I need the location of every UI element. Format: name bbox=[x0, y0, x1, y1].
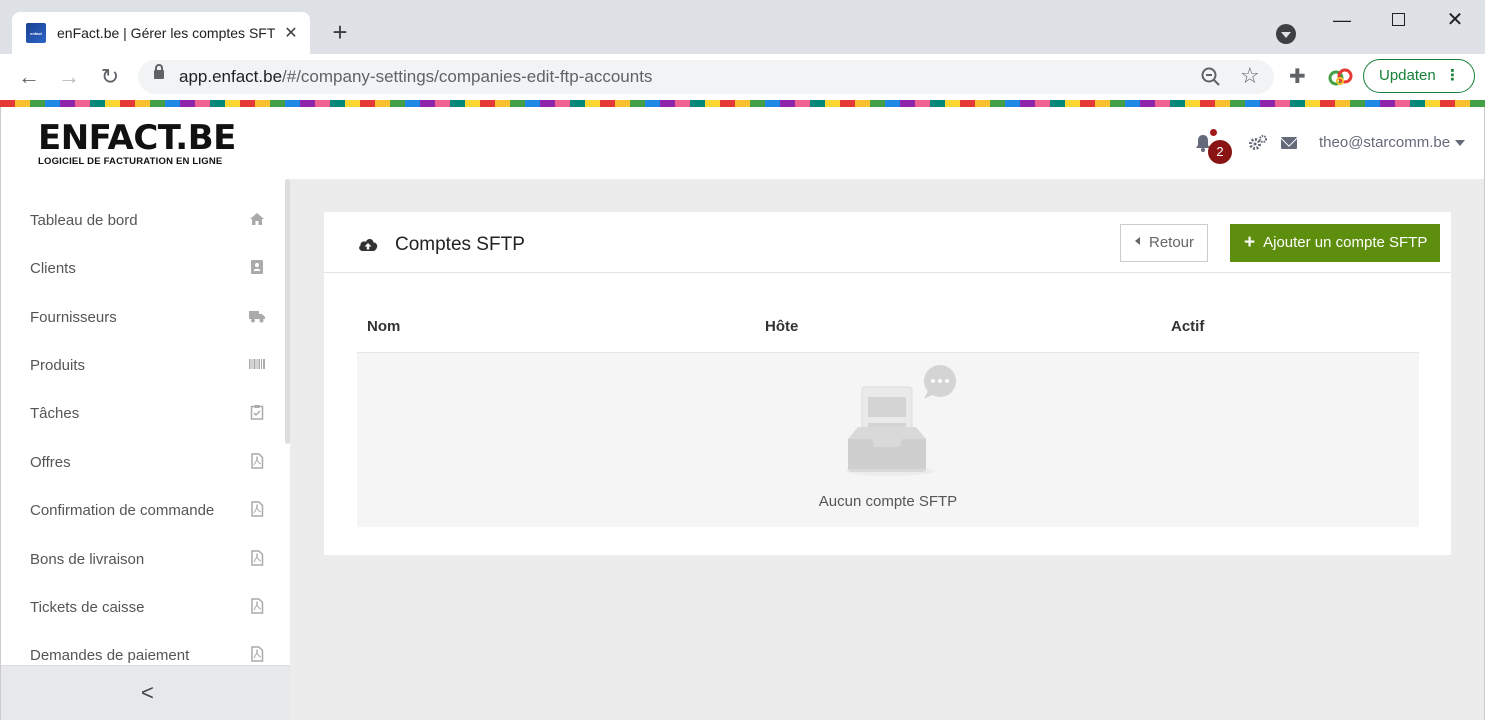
table-header: Nom Hôte Actif bbox=[357, 305, 1419, 353]
clipboard-check-icon bbox=[250, 405, 264, 420]
back-button[interactable]: Retour bbox=[1120, 224, 1208, 262]
update-button[interactable]: Updaten ⋮ bbox=[1363, 59, 1475, 93]
extension-rings-icon[interactable] bbox=[1327, 66, 1355, 88]
sidebar: Tableau de bord Clients Fournisseurs Pro… bbox=[0, 179, 291, 720]
sidebar-item-products[interactable]: Produits bbox=[1, 324, 281, 374]
cloud-upload-icon bbox=[359, 239, 378, 251]
browser-titlebar: enfact enFact.be | Gérer les comptes SFT… bbox=[0, 0, 1485, 54]
notification-dot bbox=[1210, 129, 1217, 136]
sidebar-item-tasks[interactable]: Tâches bbox=[1, 372, 281, 422]
sidebar-item-payment-requests[interactable]: Demandes de paiement bbox=[1, 614, 281, 664]
sidebar-item-suppliers[interactable]: Fournisseurs bbox=[1, 276, 281, 326]
new-tab-button[interactable]: + bbox=[326, 18, 354, 46]
app-header: ENFACT.BE LOGICIEL DE FACTURATION EN LIG… bbox=[0, 107, 1485, 179]
lock-icon bbox=[154, 64, 164, 79]
column-header-name[interactable]: Nom bbox=[367, 318, 400, 335]
page-title: Comptes SFTP bbox=[395, 234, 525, 255]
column-header-active[interactable]: Actif bbox=[1171, 318, 1204, 335]
zoom-out-icon[interactable] bbox=[1200, 66, 1222, 88]
back-arrow-icon[interactable]: ← bbox=[16, 64, 42, 90]
caret-left-icon bbox=[1135, 237, 1140, 245]
home-icon bbox=[250, 213, 264, 225]
sidebar-item-clients[interactable]: Clients bbox=[1, 227, 281, 277]
chevron-down-icon[interactable] bbox=[1455, 140, 1465, 146]
tab-title: enFact.be | Gérer les comptes SFTP bbox=[57, 25, 275, 41]
forward-arrow-icon[interactable]: → bbox=[56, 64, 82, 90]
pdf-file-icon bbox=[251, 646, 264, 662]
url-text: app.enfact.be/#/company-settings/compani… bbox=[179, 67, 653, 86]
sidebar-item-delivery-notes[interactable]: Bons de livraison bbox=[1, 518, 281, 568]
column-header-host[interactable]: Hôte bbox=[765, 318, 798, 335]
address-book-icon bbox=[251, 260, 263, 274]
notification-badge: 2 bbox=[1208, 140, 1232, 164]
sidebar-collapse-button[interactable]: < bbox=[1, 665, 291, 720]
main-content: Comptes SFTP Retour + Ajouter un compte S… bbox=[290, 179, 1485, 720]
bookmark-star-icon[interactable]: ☆ bbox=[1240, 63, 1260, 89]
chevron-left-icon: < bbox=[141, 680, 154, 705]
pdf-file-icon bbox=[251, 598, 264, 614]
empty-state-message: Aucun compte SFTP bbox=[818, 493, 958, 510]
sidebar-item-dashboard[interactable]: Tableau de bord bbox=[1, 179, 281, 229]
pdf-file-icon bbox=[251, 501, 264, 517]
empty-inbox-icon bbox=[846, 365, 956, 476]
pdf-file-icon bbox=[251, 453, 264, 469]
favicon-icon: enfact bbox=[26, 23, 46, 43]
color-stripe bbox=[0, 100, 1485, 107]
add-sftp-account-button[interactable]: + Ajouter un compte SFTP bbox=[1230, 224, 1440, 262]
pdf-file-icon bbox=[251, 550, 264, 566]
maximize-button[interactable] bbox=[1378, 8, 1418, 32]
barcode-icon bbox=[249, 359, 265, 369]
mail-icon[interactable] bbox=[1281, 137, 1297, 149]
browser-tab[interactable]: enfact enFact.be | Gérer les comptes SFT… bbox=[12, 12, 310, 54]
address-bar[interactable]: app.enfact.be/#/company-settings/compani… bbox=[138, 60, 1274, 94]
plus-icon: + bbox=[1244, 232, 1256, 253]
minimize-button[interactable]: — bbox=[1322, 8, 1362, 32]
sidebar-item-receipts[interactable]: Tickets de caisse bbox=[1, 566, 281, 616]
kebab-menu-icon[interactable]: ⋮ bbox=[1445, 60, 1460, 92]
sftp-panel: Comptes SFTP Retour + Ajouter un compte S… bbox=[324, 212, 1451, 555]
sidebar-item-order-confirmation[interactable]: Confirmation de commande bbox=[1, 469, 281, 519]
browser-toolbar: ← → ↻ app.enfact.be/#/company-settings/c… bbox=[0, 54, 1485, 100]
panel-header: Comptes SFTP Retour + Ajouter un compte S… bbox=[324, 212, 1451, 273]
user-menu[interactable]: theo@starcomm.be bbox=[1319, 134, 1450, 151]
empty-state: Aucun compte SFTP bbox=[357, 353, 1419, 527]
reload-icon[interactable]: ↻ bbox=[97, 64, 123, 90]
gears-icon[interactable] bbox=[1248, 134, 1268, 152]
logo[interactable]: ENFACT.BE LOGICIEL DE FACTURATION EN LIG… bbox=[38, 121, 236, 167]
tab-search-icon[interactable] bbox=[1276, 24, 1296, 44]
tab-close-icon[interactable]: ✕ bbox=[282, 23, 300, 43]
extensions-puzzle-icon[interactable]: ✚ bbox=[1289, 64, 1306, 89]
window-close-button[interactable]: ✕ bbox=[1435, 8, 1475, 32]
sidebar-item-offers[interactable]: Offres bbox=[1, 421, 281, 471]
truck-icon bbox=[249, 311, 265, 323]
